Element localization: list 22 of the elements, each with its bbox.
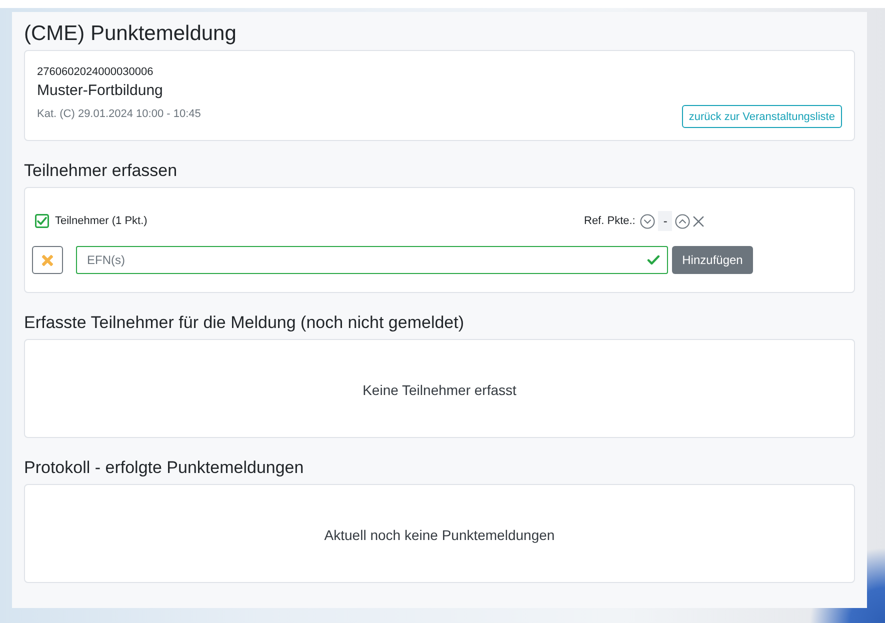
page-title: (CME) Punktemeldung — [24, 21, 238, 47]
empty-message: Keine Teilnehmer erfasst — [362, 381, 516, 399]
chevron-down-icon[interactable] — [640, 214, 656, 228]
close-icon[interactable] — [693, 216, 704, 226]
empty-message: Aktuell noch keine Punktemeldungen — [324, 526, 555, 544]
back-button[interactable]: zurück zur Veranstaltungsliste — [682, 105, 842, 128]
event-details: Kat. (C) 29.01.2024 10:00 - 10:45 — [37, 107, 201, 122]
event-name: Muster-Fortbildung — [37, 81, 164, 101]
efn-field[interactable]: EFN(s) — [76, 246, 668, 274]
section-heading: Erfasste Teilnehmer für die Meldung (noch nicht gemeldet) — [24, 312, 466, 334]
event-number: 2760602024000030006 — [37, 65, 154, 80]
ref-points-value: - — [658, 211, 672, 231]
checkbox[interactable] — [35, 214, 49, 228]
chevron-up-icon[interactable] — [675, 214, 690, 228]
icon-button[interactable] — [32, 246, 63, 274]
check-icon — [647, 255, 660, 265]
add-button[interactable]: Hinzufügen — [672, 246, 753, 274]
section-heading: Protokoll - erfolgte Punktemeldungen — [24, 457, 305, 479]
ref-points-label: Ref. Pkte.: — [584, 214, 636, 229]
checkbox-label[interactable]: Teilnehmer (1 Pkt.) — [55, 213, 148, 229]
cross-icon — [42, 254, 53, 266]
section-heading: Teilnehmer erfassen — [24, 160, 178, 182]
